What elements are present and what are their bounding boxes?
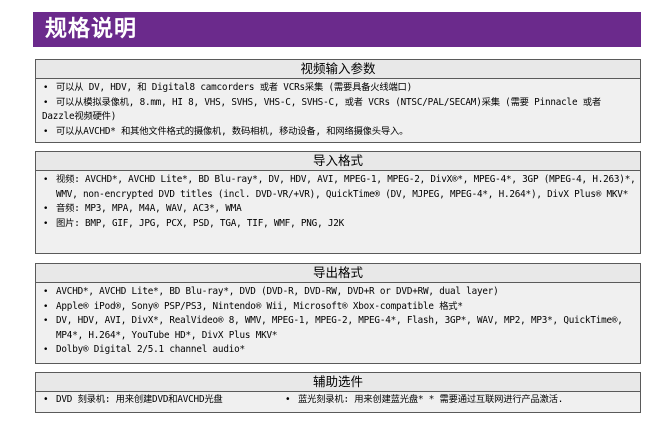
list-item: 蓝光刻录机: 用来创建蓝光盘* * 需要通过互联网进行产品激活.: [284, 393, 563, 407]
section-title: 导出格式: [36, 264, 640, 283]
list-item: 音频: MP3, MPA, M4A, WAV, AC3*, WMA: [42, 202, 636, 217]
section-import-formats: 导入格式 视频: AVCHD*, AVCHD Lite*, BD Blu-ray…: [35, 151, 641, 254]
list-item: Dolby® Digital 2/5.1 channel audio*: [42, 343, 636, 358]
title-banner: 规格说明: [33, 12, 641, 47]
section-video-input: 视频输入参数 可以从 DV, HDV, 和 Digital8 camcorder…: [35, 59, 641, 143]
section-title: 视频输入参数: [36, 60, 640, 79]
spec-list: AVCHD*, AVCHD Lite*, BD Blu-ray*, DVD (D…: [42, 285, 636, 358]
list-item: 可以从 DV, HDV, 和 Digital8 camcorders 或者 VC…: [42, 81, 636, 96]
list-item: Apple® iPod®, Sony® PSP/PS3, Nintendo® W…: [42, 300, 636, 315]
list-item: 可以从模拟录像机, 8.mm, HI 8, VHS, SVHS, VHS-C, …: [42, 96, 636, 125]
section-accessories: 辅助选件 DVD 刻录机: 用来创建DVD和AVCHD光盘 蓝光刻录机: 用来创…: [35, 372, 641, 413]
list-item: DVD 刻录机: 用来创建DVD和AVCHD光盘: [42, 393, 272, 407]
section-title: 辅助选件: [36, 373, 640, 392]
page-title: 规格说明: [45, 17, 138, 42]
spec-list: 视频: AVCHD*, AVCHD Lite*, BD Blu-ray*, DV…: [42, 173, 636, 231]
list-item: DV, HDV, AVI, DivX*, RealVideo® 8, WMV, …: [42, 314, 636, 343]
spec-list: 可以从 DV, HDV, 和 Digital8 camcorders 或者 VC…: [42, 81, 636, 139]
section-export-formats: 导出格式 AVCHD*, AVCHD Lite*, BD Blu-ray*, D…: [35, 263, 641, 364]
list-item: AVCHD*, AVCHD Lite*, BD Blu-ray*, DVD (D…: [42, 285, 636, 300]
accessory-list: DVD 刻录机: 用来创建DVD和AVCHD光盘 蓝光刻录机: 用来创建蓝光盘*…: [42, 393, 636, 407]
list-item: 视频: AVCHD*, AVCHD Lite*, BD Blu-ray*, DV…: [42, 173, 636, 202]
list-item: 可以从AVCHD* 和其他文件格式的摄像机, 数码相机, 移动设备, 和网络摄像…: [42, 125, 636, 140]
section-title: 导入格式: [36, 152, 640, 171]
list-item: 图片: BMP, GIF, JPG, PCX, PSD, TGA, TIF, W…: [42, 217, 636, 232]
